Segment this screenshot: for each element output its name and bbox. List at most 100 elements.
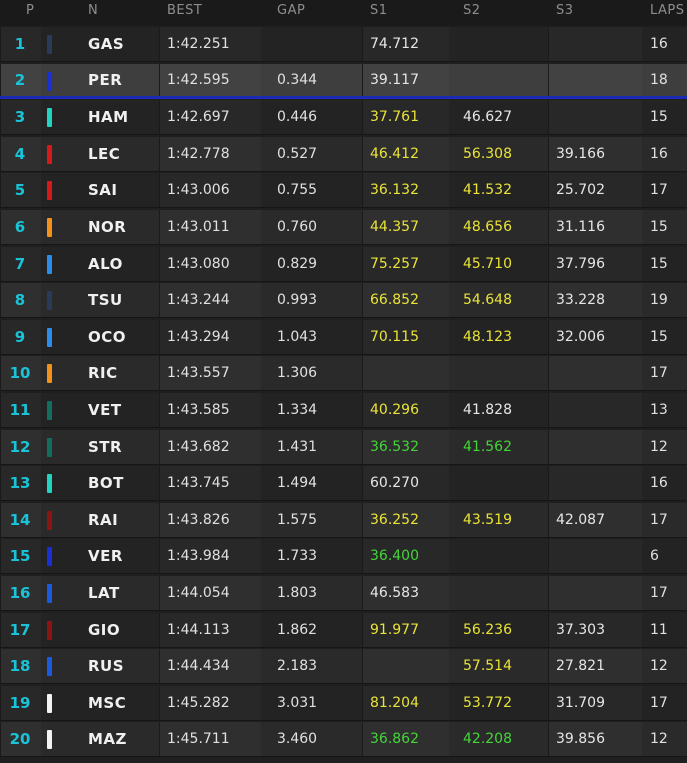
sector-2-time: 43.519 [463,511,512,528]
team-color-bar [47,364,52,384]
best-lap-time: 1:43.244 [167,292,230,309]
team-color-bar [47,547,52,567]
position-number: 16 [9,584,31,602]
driver-row[interactable]: 14 RAI 1:43.826 1.575 36.252 43.519 42.087 17 [0,502,687,538]
driver-row[interactable]: 4 LEC 1:42.778 0.527 46.412 56.308 39.166 16 [0,136,687,172]
lap-count: 13 [650,402,668,418]
gap-to-leader: 3.031 [277,694,318,711]
sector-2-time: 57.514 [463,658,512,675]
driver-row[interactable]: 16 LAT 1:44.054 1.803 46.583 17 [0,576,687,611]
driver-row[interactable]: 12 STR 1:43.682 1.431 36.532 41.562 12 [0,429,687,465]
header-gap[interactable]: GAP [277,3,305,18]
header-s3[interactable]: S3 [556,3,574,18]
sector-3-time: 27.821 [556,658,605,675]
gap-to-leader: 0.446 [277,109,318,126]
lap-count: 18 [650,71,668,88]
column-band [548,356,642,391]
team-color-bar [47,474,52,494]
header-position[interactable]: P [26,3,34,18]
driver-code: MAZ [88,730,127,749]
driver-row[interactable]: 15 VER 1:43.984 1.733 36.400 6 [0,539,687,575]
position-number: 3 [14,108,26,127]
team-color-bar [47,730,52,750]
column-band [362,649,449,684]
team-color-bar [47,437,52,457]
best-lap-time: 1:43.011 [167,219,230,235]
sector-2-time: 41.562 [463,438,512,455]
driver-row[interactable]: 5 SAI 1:43.006 0.755 36.132 41.532 25.702 17 [0,173,687,209]
lap-count: 17 [650,585,668,601]
header-laps[interactable]: LAPS [650,3,685,18]
column-band [548,100,642,135]
header-name[interactable]: N [88,3,98,18]
lap-count: 16 [650,145,668,162]
best-lap-time: 1:43.984 [167,548,230,565]
sector-1-time: 74.712 [370,36,419,52]
sector-3-time: 39.166 [556,145,605,162]
driver-row[interactable]: 20 MAZ 1:45.711 3.460 36.862 42.208 39.856 12 [0,722,687,758]
sector-1-time: 36.532 [370,438,419,455]
sector-2-time: 42.208 [463,731,512,748]
sector-1-time: 70.115 [370,328,419,345]
driver-code: OCO [88,327,127,346]
team-color-bar [47,584,52,603]
position-number: 8 [14,291,26,310]
best-lap-time: 1:44.434 [167,658,230,675]
gap-to-leader: 0.993 [277,292,318,309]
driver-code: GIO [88,620,121,639]
best-lap-time: 1:43.585 [167,402,230,418]
team-color-bar [47,510,52,530]
gap-to-leader: 2.183 [277,658,318,675]
lap-count: 15 [650,219,668,235]
driver-row[interactable]: 2 PER 1:42.595 0.344 39.117 18 [0,63,687,99]
position-number: 11 [9,401,31,419]
driver-code: GAS [88,35,125,53]
header-best[interactable]: BEST [167,3,202,18]
gap-to-leader: 1.733 [277,548,318,565]
sector-1-time: 46.583 [370,585,419,601]
driver-row[interactable]: 3 HAM 1:42.697 0.446 37.761 46.627 15 [0,100,687,136]
gap-to-leader: 1.494 [277,475,318,492]
driver-code: RAI [88,510,119,529]
driver-row[interactable]: 7 ALO 1:43.080 0.829 75.257 45.710 37.796 15 [0,246,687,282]
driver-row[interactable]: 19 MSC 1:45.282 3.031 81.204 53.772 31.709 17 [0,685,687,721]
sector-2-time: 41.532 [463,182,512,199]
header-s2[interactable]: S2 [463,3,481,18]
driver-row[interactable]: 17 GIO 1:44.113 1.862 91.977 56.236 37.303 11 [0,612,687,648]
sector-3-time: 42.087 [556,511,605,528]
driver-row[interactable]: 1 GAS 1:42.251 74.712 16 [0,27,687,62]
sector-1-time: 40.296 [370,402,419,418]
gap-to-leader: 1.334 [277,402,318,418]
gap-to-leader: 1.306 [277,365,318,382]
lap-count: 11 [650,621,668,638]
gap-to-leader: 1.803 [277,585,318,601]
driver-row[interactable]: 10 RIC 1:43.557 1.306 17 [0,356,687,392]
driver-row[interactable]: 6 NOR 1:43.011 0.760 44.357 48.656 31.116 15 [0,210,687,245]
driver-code: RIC [88,364,118,383]
driver-code: TSU [88,291,123,310]
header-s1[interactable]: S1 [370,3,388,18]
team-color-bar [47,108,52,128]
best-lap-time: 1:43.745 [167,475,230,492]
column-band [548,63,642,96]
sector-1-time: 75.257 [370,255,419,272]
sector-1-time: 36.400 [370,548,419,565]
driver-row[interactable]: 11 VET 1:43.585 1.334 40.296 41.828 13 [0,393,687,428]
driver-code: ALO [88,254,123,273]
position-number: 13 [9,474,31,493]
best-lap-time: 1:43.557 [167,365,230,382]
lap-count: 17 [650,365,668,382]
sector-3-time: 37.303 [556,621,605,638]
position-number: 15 [9,547,31,566]
position-number: 7 [14,254,26,273]
sector-2-time: 41.828 [463,402,512,418]
driver-row[interactable]: 8 TSU 1:43.244 0.993 66.852 54.648 33.228 19 [0,283,687,319]
driver-row[interactable]: 13 BOT 1:43.745 1.494 60.270 16 [0,466,687,502]
team-color-bar [47,218,52,237]
position-number: 17 [9,620,31,639]
driver-row[interactable]: 9 OCO 1:43.294 1.043 70.115 48.123 32.006 15 [0,319,687,355]
driver-code: STR [88,437,123,456]
driver-row[interactable]: 18 RUS 1:44.434 2.183 57.514 27.821 12 [0,649,687,685]
team-color-bar [47,327,52,347]
team-color-bar [47,181,52,201]
